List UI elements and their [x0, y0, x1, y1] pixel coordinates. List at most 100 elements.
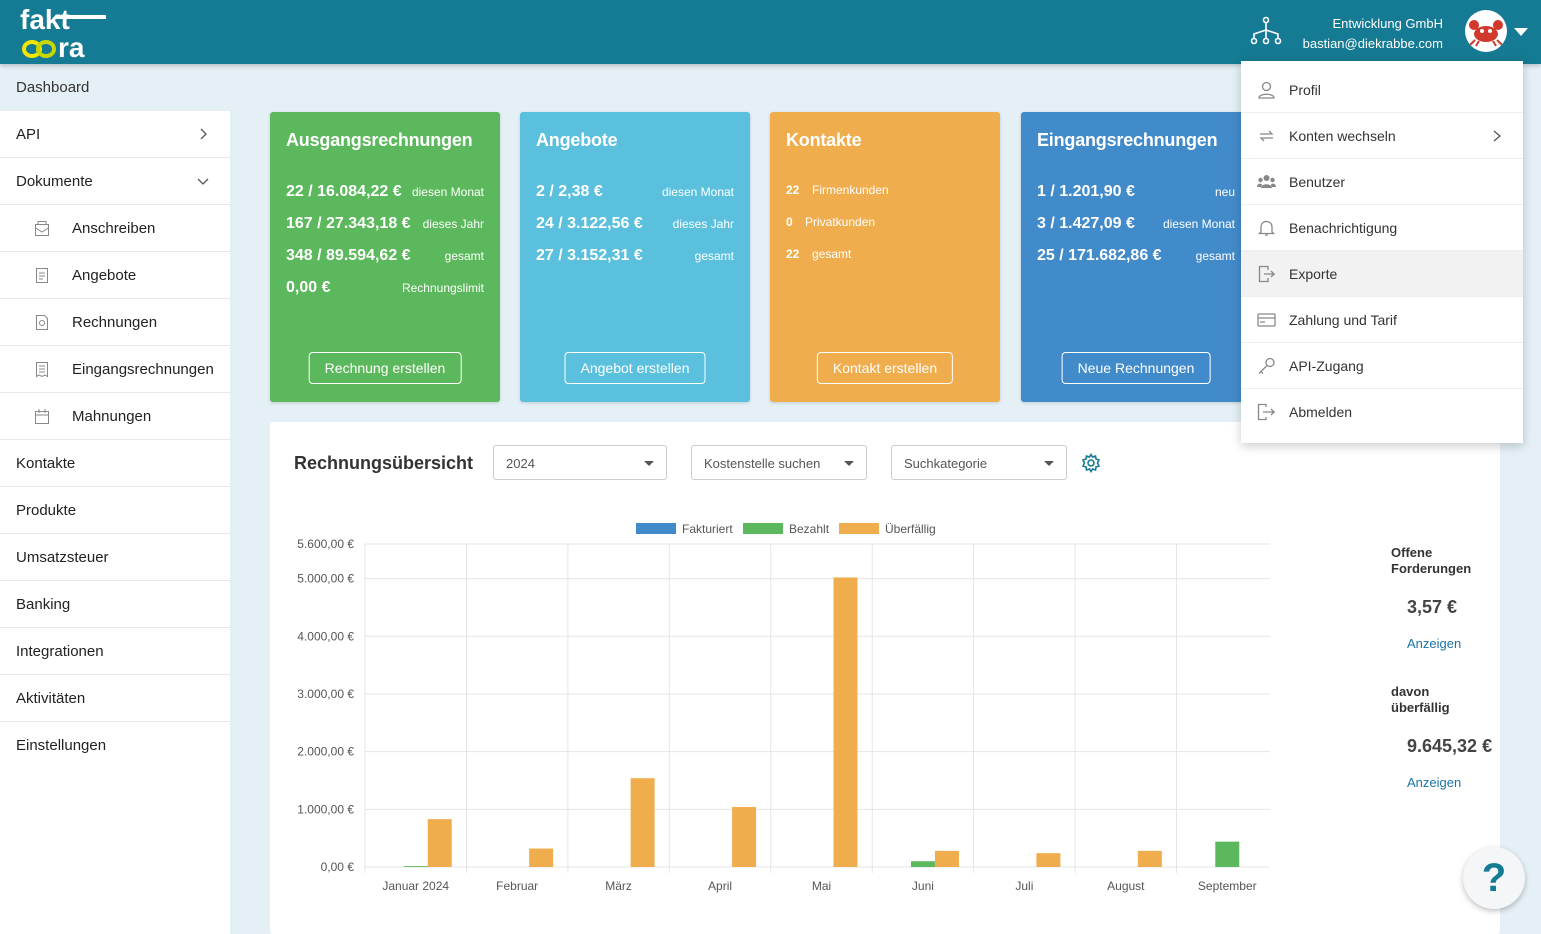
account-dropdown-menu: Profil Konten wechseln Benutzer Benachri…	[1241, 61, 1523, 443]
menu-item-abmelden[interactable]: Abmelden	[1241, 389, 1523, 435]
menu-item-konten-wechseln[interactable]: Konten wechseln	[1241, 113, 1523, 159]
open-receivables-value: 3,57 €	[1407, 597, 1458, 617]
overdue-label: davon überfällig	[1391, 684, 1450, 715]
logout-icon	[1257, 403, 1276, 421]
users-icon	[1257, 175, 1276, 188]
menu-item-api-zugang[interactable]: API-Zugang	[1241, 343, 1523, 389]
sidebar-item-kontakte[interactable]: Kontakte	[0, 440, 230, 487]
legend-swatch	[636, 523, 676, 534]
sidebar-item-aktivitaeten[interactable]: Aktivitäten	[0, 675, 230, 722]
menu-item-exporte[interactable]: Exporte	[1241, 251, 1523, 297]
avatar[interactable]	[1465, 10, 1507, 52]
menu-item-profil[interactable]: Profil	[1241, 67, 1523, 113]
legend-label: Überfällig	[885, 522, 936, 536]
search-category-select[interactable]: Suchkategorie	[891, 445, 1067, 480]
card-row: 3 / 1.427,09 € diesen Monat	[1037, 215, 1235, 232]
bell-icon	[1257, 220, 1276, 236]
show-overdue-link[interactable]: Anzeigen	[1407, 775, 1461, 790]
new-invoices-button[interactable]: Neue Rechnungen	[1061, 352, 1211, 384]
x-tick-label: Januar 2024	[382, 879, 449, 893]
document-icon	[36, 268, 48, 283]
question-icon: ?	[1481, 855, 1507, 900]
card-row: 348 / 89.594,62 € gesamt	[286, 247, 484, 264]
sidebar-item-rechnungen[interactable]: Rechnungen	[0, 299, 230, 346]
sidebar-item-mahnungen[interactable]: Mahnungen	[0, 393, 230, 440]
sidebar-nav: API Dokumente Anschreiben Angebote Rechn…	[0, 111, 230, 769]
dropdown-arrow-icon	[644, 461, 654, 466]
card-ausgangsrechnungen: Ausgangsrechnungen 22 / 16.084,22 € diese…	[270, 112, 500, 402]
sidebar-item-dokumente[interactable]: Dokumente	[0, 158, 230, 205]
dropdown-arrow-icon	[844, 461, 854, 466]
sidebar-item-dashboard[interactable]: Dashboard	[0, 64, 230, 111]
create-contact-button[interactable]: Kontakt erstellen	[816, 352, 954, 384]
card-title[interactable]: Kontakte	[786, 130, 984, 151]
bar-überfällig	[1137, 850, 1162, 867]
crab-avatar-icon	[1469, 20, 1503, 47]
legend-swatch	[743, 523, 783, 534]
card-row: 167 / 27.343,18 € dieses Jahr	[286, 215, 484, 232]
card-row: 22 / 16.084,22 € diesen Monat	[286, 183, 484, 200]
menu-item-zahlung-und-tarif[interactable]: Zahlung und Tarif	[1241, 297, 1523, 343]
y-tick-label: 5.600,00 €	[297, 537, 354, 551]
bar-überfällig	[1036, 853, 1061, 867]
user-icon	[1258, 81, 1275, 99]
x-tick-label: Februar	[496, 879, 538, 893]
logo-text-bottom: ra	[58, 32, 85, 61]
menu-item-benutzer[interactable]: Benutzer	[1241, 159, 1523, 205]
card-kontakte: Kontakte 22 Firmenkunden 0 Privatkunden 22…	[770, 112, 1000, 402]
receipt-icon	[36, 362, 48, 378]
bar-überfällig	[427, 819, 452, 867]
invoice-icon	[36, 315, 48, 330]
dropdown-arrow-icon	[1044, 461, 1054, 466]
legend-label: Bezahlt	[789, 522, 830, 536]
x-tick-label: August	[1107, 879, 1145, 893]
sidebar-item-produkte[interactable]: Produkte	[0, 487, 230, 534]
card-row: 25 / 171.682,86 € gesamt	[1037, 247, 1235, 264]
x-tick-label: Mai	[812, 879, 831, 893]
y-tick-label: 1.000,00 €	[297, 802, 354, 816]
menu-item-benachrichtigung[interactable]: Benachrichtigung	[1241, 205, 1523, 251]
x-tick-label: April	[708, 879, 732, 893]
card-title[interactable]: Eingangsrechnungen	[1037, 130, 1235, 151]
sidebar-item-anschreiben[interactable]: Anschreiben	[0, 205, 230, 252]
bar-überfällig	[934, 850, 959, 867]
year-select[interactable]: 2024	[493, 445, 667, 480]
chevron-right-icon	[1493, 130, 1502, 142]
overdue-value: 9.645,32 €	[1407, 736, 1493, 756]
account-menu-caret-icon[interactable]	[1514, 28, 1528, 36]
key-icon	[1258, 357, 1275, 374]
y-tick-label: 3.000,00 €	[297, 687, 354, 701]
gear-icon[interactable]	[1081, 453, 1101, 473]
card-row: 22 Firmenkunden	[786, 183, 889, 197]
cost-center-search[interactable]: Kostenstelle suchen	[691, 445, 867, 480]
x-tick-label: September	[1198, 879, 1257, 893]
card-title[interactable]: Ausgangsrechnungen	[286, 130, 484, 151]
calendar-icon	[35, 409, 49, 424]
help-button[interactable]: ?	[1463, 847, 1525, 909]
export-icon	[1258, 265, 1276, 283]
invoice-bar-chart: 0,00 € 1.000,00 € 2.000,00 € 3.000,00 € 4.00…	[297, 522, 1270, 893]
sidebar-item-integrationen[interactable]: Integrationen	[0, 628, 230, 675]
account-info[interactable]: Entwicklung GmbH bastian@diekrabbe.com	[1303, 14, 1443, 54]
sidebar-item-api[interactable]: API	[0, 111, 230, 158]
y-tick-label: 2.000,00 €	[297, 745, 354, 759]
faktoora-logo[interactable]: fakt ra	[20, 5, 110, 61]
bar-überfällig	[732, 807, 757, 867]
logo-text-top: fakt	[20, 5, 70, 35]
create-offer-button[interactable]: Angebot erstellen	[564, 352, 706, 384]
show-open-link[interactable]: Anzeigen	[1407, 636, 1461, 651]
bar-bezahlt	[910, 861, 935, 867]
card-angebote: Angebote 2 / 2,38 € diesen Monat 24 / 3.1…	[520, 112, 750, 402]
card-row: 22 gesamt	[786, 247, 852, 261]
card-title[interactable]: Angebote	[536, 130, 734, 151]
credit-card-icon	[1257, 313, 1276, 327]
sidebar-item-eingangsrechnungen[interactable]: Eingangsrechnungen	[0, 346, 230, 393]
sidebar-item-angebote[interactable]: Angebote	[0, 252, 230, 299]
sidebar-item-banking[interactable]: Banking	[0, 581, 230, 628]
sidebar-item-umsatzsteuer[interactable]: Umsatzsteuer	[0, 534, 230, 581]
y-tick-label: 5.000,00 €	[297, 572, 354, 586]
legend-label: Fakturiert	[682, 522, 733, 536]
create-invoice-button[interactable]: Rechnung erstellen	[308, 352, 462, 384]
sidebar-item-einstellungen[interactable]: Einstellungen	[0, 722, 230, 769]
network-icon[interactable]	[1250, 16, 1282, 46]
